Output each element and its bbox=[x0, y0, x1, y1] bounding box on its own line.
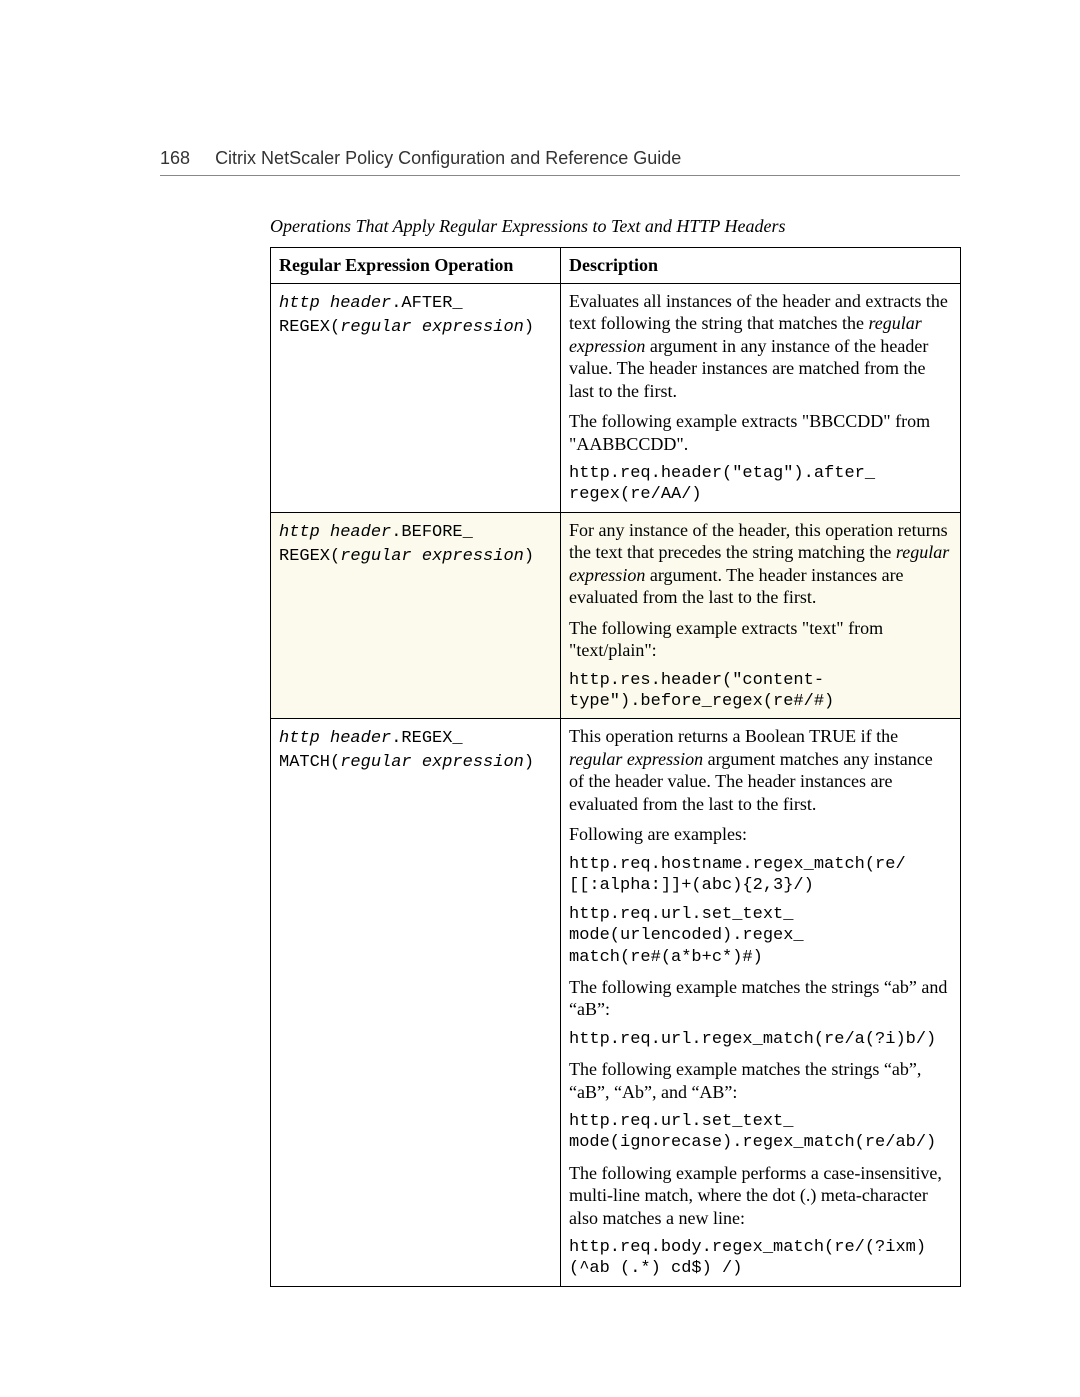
op-text: http header bbox=[279, 523, 391, 542]
op-text: http header bbox=[279, 294, 391, 313]
description-cell: Evaluates all instances of the header an… bbox=[561, 283, 961, 512]
desc-para: The following example matches the string… bbox=[569, 976, 952, 1021]
operation-cell: http header.REGEX_ MATCH(regular express… bbox=[271, 719, 561, 1287]
code-block: http.res.header("content- type").before_… bbox=[569, 670, 952, 713]
desc-para: The following example performs a case-in… bbox=[569, 1162, 952, 1230]
description-cell: For any instance of the header, this ope… bbox=[561, 512, 961, 719]
code-block: http.req.hostname.regex_match(re/ [[:alp… bbox=[569, 854, 952, 897]
op-text: ) bbox=[524, 318, 534, 337]
desc-para: This operation returns a Boolean TRUE if… bbox=[569, 725, 952, 815]
col-header-operation: Regular Expression Operation bbox=[271, 248, 561, 284]
operation-cell: http header.BEFORE_ REGEX(regular expres… bbox=[271, 512, 561, 719]
table-caption: Operations That Apply Regular Expression… bbox=[270, 216, 960, 237]
code-block: http.req.url.set_text_ mode(urlencoded).… bbox=[569, 904, 952, 968]
code-block: http.req.body.regex_match(re/(?ixm) (^ab… bbox=[569, 1237, 952, 1280]
op-text: ) bbox=[524, 547, 534, 566]
desc-para: For any instance of the header, this ope… bbox=[569, 519, 952, 609]
desc-text: For any instance of the header, this ope… bbox=[569, 520, 948, 563]
desc-para: The following example extracts "BBCCDD" … bbox=[569, 410, 952, 455]
op-text: regular expression bbox=[340, 318, 524, 337]
operations-table: Regular Expression Operation Description… bbox=[270, 247, 961, 1287]
col-header-description: Description bbox=[561, 248, 961, 284]
op-text: regular expression bbox=[340, 547, 524, 566]
op-text: http header bbox=[279, 729, 391, 748]
desc-text: This operation returns a Boolean TRUE if… bbox=[569, 726, 898, 746]
desc-para: The following example extracts "text" fr… bbox=[569, 617, 952, 662]
desc-text: regular expression bbox=[569, 749, 703, 769]
code-block: http.req.url.set_text_ mode(ignorecase).… bbox=[569, 1111, 952, 1154]
running-header: 168 Citrix NetScaler Policy Configuratio… bbox=[160, 148, 960, 176]
desc-para: Evaluates all instances of the header an… bbox=[569, 290, 952, 403]
desc-para: Following are examples: bbox=[569, 823, 952, 846]
code-block: http.req.header("etag").after_ regex(re/… bbox=[569, 463, 952, 506]
table-row: http header.BEFORE_ REGEX(regular expres… bbox=[271, 512, 961, 719]
page-number: 168 bbox=[160, 148, 190, 168]
table-header-row: Regular Expression Operation Description bbox=[271, 248, 961, 284]
table-row: http header.AFTER_ REGEX(regular express… bbox=[271, 283, 961, 512]
op-text: regular expression bbox=[340, 753, 524, 772]
operation-cell: http header.AFTER_ REGEX(regular express… bbox=[271, 283, 561, 512]
description-cell: This operation returns a Boolean TRUE if… bbox=[561, 719, 961, 1287]
desc-para: The following example matches the string… bbox=[569, 1058, 952, 1103]
doc-title: Citrix NetScaler Policy Configuration an… bbox=[215, 148, 681, 168]
page: 168 Citrix NetScaler Policy Configuratio… bbox=[0, 0, 1080, 1397]
code-block: http.req.url.regex_match(re/a(?i)b/) bbox=[569, 1029, 952, 1050]
table-row: http header.REGEX_ MATCH(regular express… bbox=[271, 719, 961, 1287]
op-text: ) bbox=[524, 753, 534, 772]
